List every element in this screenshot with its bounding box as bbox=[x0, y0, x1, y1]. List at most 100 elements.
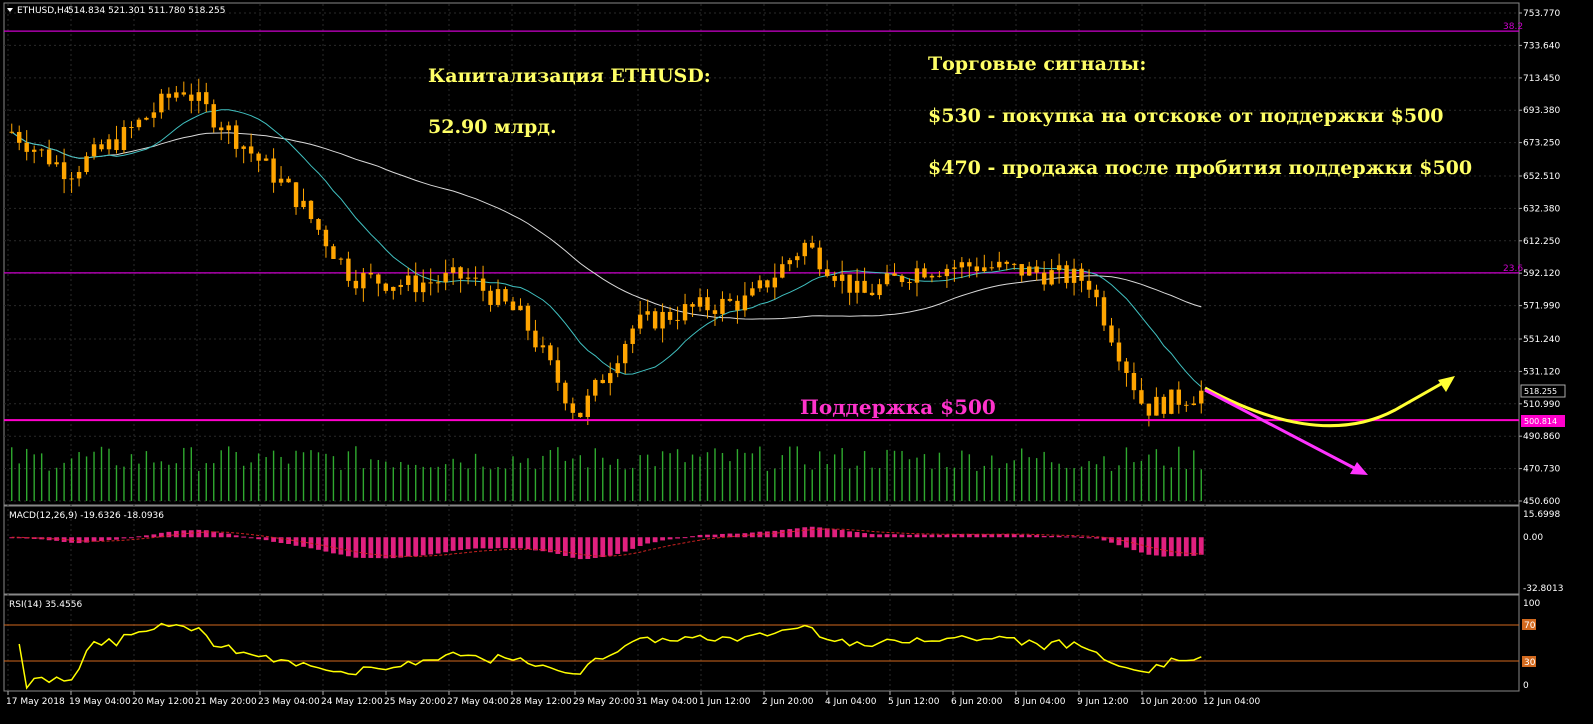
macd-bar bbox=[1019, 534, 1025, 538]
chart-canvas[interactable]: 38.2 23.6 Капитализация ETHUSD: 52.90 млр… bbox=[0, 0, 1593, 724]
price-tick-label: 753.770 bbox=[1523, 9, 1560, 19]
candle-body bbox=[99, 144, 104, 150]
candle-body bbox=[675, 319, 680, 321]
macd-bar bbox=[218, 532, 224, 538]
candle-body bbox=[121, 127, 127, 151]
time-tick-label: 29 May 20:00 bbox=[573, 697, 635, 707]
macd-bar bbox=[196, 529, 202, 538]
macd-bar bbox=[413, 537, 419, 557]
rsi-label: RSI(14) 35.4556 bbox=[9, 600, 82, 610]
candle-body bbox=[54, 162, 59, 165]
candle-body bbox=[151, 112, 157, 118]
rsi-axis-bottom: 0 bbox=[1523, 681, 1529, 691]
candle-body bbox=[256, 153, 261, 161]
macd-bar bbox=[854, 532, 860, 538]
candle-body bbox=[450, 267, 456, 273]
time-tick-label: 27 May 04:00 bbox=[447, 697, 509, 707]
macd-bar bbox=[353, 537, 359, 558]
candle-body bbox=[615, 363, 620, 374]
candle-body bbox=[293, 182, 299, 208]
price-tick-label: 450.600 bbox=[1523, 497, 1560, 507]
macd-bar bbox=[136, 536, 142, 538]
candle-body bbox=[136, 119, 142, 128]
candle-body bbox=[91, 144, 97, 157]
macd-bar bbox=[682, 537, 688, 539]
macd-bar bbox=[914, 534, 920, 538]
macd-bar bbox=[188, 530, 194, 538]
macd-bar bbox=[697, 534, 703, 538]
candle-body bbox=[937, 275, 942, 277]
signals-title: Торговые сигналы: bbox=[928, 53, 1146, 75]
candle-body bbox=[413, 275, 418, 293]
macd-bar bbox=[465, 537, 471, 550]
candle-body bbox=[705, 297, 710, 311]
candle-body bbox=[645, 311, 650, 315]
candle-body bbox=[31, 149, 37, 152]
candle-body bbox=[637, 314, 643, 329]
macd-bar bbox=[360, 537, 366, 558]
candle-body bbox=[877, 284, 882, 296]
time-tick-label: 23 May 04:00 bbox=[258, 697, 320, 707]
candle-body bbox=[503, 289, 508, 302]
price-tick-label: 490.860 bbox=[1523, 432, 1560, 442]
candle-body bbox=[278, 178, 284, 183]
macd-bar bbox=[480, 537, 486, 549]
time-tick-label: 31 May 04:00 bbox=[636, 697, 698, 707]
candle-body bbox=[84, 156, 89, 173]
candle-body bbox=[585, 395, 590, 418]
candle-body bbox=[914, 268, 920, 283]
candle-body bbox=[286, 178, 291, 183]
candle-body bbox=[899, 275, 905, 283]
signal-sell: $470 - продажа после пробития поддержки … bbox=[928, 157, 1472, 179]
candle-body bbox=[518, 305, 523, 311]
macd-bar bbox=[764, 531, 770, 538]
candle-body bbox=[623, 343, 628, 364]
candles bbox=[9, 78, 1204, 427]
candle-body bbox=[652, 311, 658, 329]
candle-body bbox=[144, 117, 149, 120]
macd-bar bbox=[488, 537, 493, 549]
macd-bar bbox=[1168, 537, 1174, 557]
macd-bar bbox=[944, 534, 950, 538]
macd-bar bbox=[615, 537, 621, 554]
macd-bar bbox=[675, 537, 680, 539]
macd-bar bbox=[114, 537, 119, 540]
macd-bar bbox=[248, 537, 254, 539]
price-tick-label: 632.380 bbox=[1523, 204, 1560, 214]
macd-bar bbox=[99, 537, 104, 541]
price-tick-label: 713.450 bbox=[1523, 74, 1560, 84]
macd-bar bbox=[794, 528, 800, 538]
macd-bar bbox=[847, 531, 853, 538]
macd-bar bbox=[151, 534, 157, 538]
candle-body bbox=[211, 104, 216, 128]
candle-body bbox=[810, 242, 815, 248]
macd-bar bbox=[1198, 537, 1204, 555]
time-tick-label: 21 May 20:00 bbox=[195, 697, 257, 707]
candle-body bbox=[1169, 389, 1174, 414]
macd-bar bbox=[787, 529, 793, 538]
ohlc-values: 514.834 521.301 511.780 518.255 bbox=[68, 6, 225, 16]
candle-body bbox=[331, 246, 336, 259]
candle-body bbox=[712, 310, 718, 314]
macd-bar bbox=[308, 537, 314, 549]
rsi-panel-frame bbox=[3, 594, 1520, 692]
candle-body bbox=[46, 149, 52, 165]
candle-body bbox=[1161, 396, 1167, 414]
candle-body bbox=[563, 382, 568, 404]
candle-body bbox=[443, 272, 448, 283]
price-tick-label: 652.510 bbox=[1523, 172, 1560, 182]
time-tick-label: 5 Jun 12:00 bbox=[888, 697, 940, 707]
candle-body bbox=[750, 288, 755, 296]
macd-bar bbox=[226, 533, 232, 538]
macd-bar bbox=[144, 535, 149, 538]
cap-value: 52.90 млрд. bbox=[428, 116, 557, 138]
macd-bar bbox=[712, 534, 718, 538]
candle-body bbox=[929, 275, 935, 278]
candle-body bbox=[802, 242, 807, 257]
candle-body bbox=[1049, 270, 1054, 285]
candle-body bbox=[1012, 263, 1017, 265]
candle-body bbox=[952, 267, 957, 269]
time-tick-label: 2 Jun 20:00 bbox=[762, 697, 814, 707]
macd-bar bbox=[1086, 537, 1092, 539]
macd-bar bbox=[607, 537, 613, 556]
